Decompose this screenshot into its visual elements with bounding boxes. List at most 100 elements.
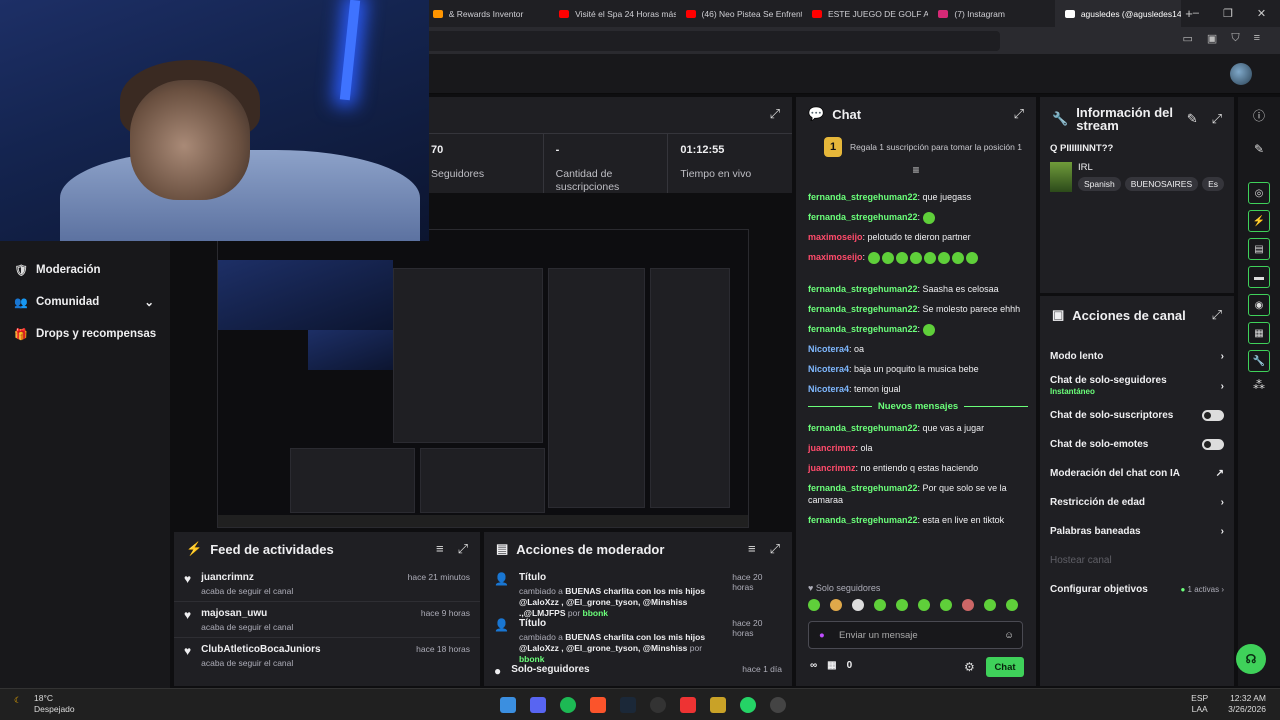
edit-icon[interactable]: ✎ bbox=[1187, 111, 1198, 127]
emote-icon[interactable] bbox=[962, 599, 974, 611]
tag[interactable]: Es bbox=[1202, 177, 1224, 191]
info-icon[interactable]: ⓘ bbox=[1238, 97, 1280, 124]
popout-icon[interactable]: ⤢ bbox=[1212, 307, 1222, 323]
chat-username[interactable]: fernanda_stregehuman22 bbox=[808, 324, 918, 334]
shield-icon[interactable]: ⛉ bbox=[1231, 32, 1239, 45]
filter-icon[interactable]: ≡ bbox=[748, 541, 756, 557]
chat-username[interactable]: fernanda_stregehuman22 bbox=[808, 515, 918, 525]
emote-icon[interactable] bbox=[918, 599, 930, 611]
category-name[interactable]: IRL bbox=[1078, 162, 1224, 173]
chat-bubble-icon[interactable]: ▬ bbox=[1248, 266, 1270, 288]
wallet-icon[interactable]: ▣ bbox=[1207, 32, 1217, 45]
camera-icon[interactable]: ◎ bbox=[1248, 182, 1270, 204]
sidebar-item-drops[interactable]: 🎁 Drops y recompensas bbox=[0, 318, 170, 350]
chat-input[interactable]: ● Enviar un mensaje ☺ bbox=[808, 621, 1023, 649]
minimize-button[interactable]: – bbox=[1193, 7, 1199, 20]
emotes-only-toggle[interactable] bbox=[1202, 439, 1224, 450]
wrench-icon[interactable]: 🔧 bbox=[1248, 350, 1270, 372]
action-slow-mode[interactable]: Modo lento › bbox=[1040, 342, 1234, 371]
emote-icon[interactable] bbox=[940, 599, 952, 611]
action-banned-words[interactable]: Palabras baneadas › bbox=[1040, 517, 1234, 546]
store-icon[interactable]: ▦ bbox=[827, 660, 836, 671]
tag[interactable]: BUENOSAIRES bbox=[1124, 177, 1199, 191]
chat-username[interactable]: fernanda_stregehuman22 bbox=[808, 304, 918, 314]
action-ai-moderation[interactable]: Moderación del chat con IA ↗ bbox=[1040, 459, 1234, 488]
tag[interactable]: Spanish bbox=[1078, 177, 1121, 191]
new-tab-button[interactable]: + bbox=[1181, 6, 1193, 21]
lightning-icon[interactable]: ⚡ bbox=[1248, 210, 1270, 232]
popout-icon[interactable]: ⤢ bbox=[1212, 111, 1222, 127]
browser-tab[interactable]: Visité el Spa 24 Horas más bbox=[549, 0, 676, 27]
github-icon[interactable] bbox=[770, 696, 786, 713]
feed-name[interactable]: juancrimnz bbox=[201, 572, 293, 583]
browser-tab[interactable]: ESTE JUEGO DE GOLF ARI bbox=[802, 0, 928, 27]
spotify-icon[interactable] bbox=[560, 696, 576, 713]
chat-username[interactable]: maximoseijo bbox=[808, 232, 863, 242]
menu-icon[interactable]: ≡ bbox=[1254, 32, 1260, 45]
action-goals[interactable]: Configurar objetivos ● 1 activas › bbox=[1040, 575, 1234, 604]
stream-preview[interactable] bbox=[217, 229, 749, 528]
sidebar-item-moderation[interactable]: 🛡 Moderación bbox=[0, 254, 170, 286]
browser-tab-active[interactable]: agusledes (@agusledes14 bbox=[1054, 0, 1182, 27]
browser-tab[interactable]: (7) Instagram bbox=[928, 0, 1054, 27]
url-input[interactable] bbox=[420, 31, 1000, 51]
maximize-button[interactable]: ❐ bbox=[1223, 7, 1233, 20]
chat-username[interactable]: fernanda_stregehuman22 bbox=[808, 423, 918, 433]
pinned-message[interactable]: 1 Regala 1 suscripción para tomar la posi… bbox=[796, 131, 1036, 157]
feed-name[interactable]: ClubAtleticoBocaJuniors bbox=[201, 644, 320, 655]
language-indicator[interactable]: ESP LAA bbox=[1191, 693, 1208, 715]
popout-icon[interactable]: ⤢ bbox=[770, 106, 780, 122]
chat-username[interactable]: fernanda_stregehuman22 bbox=[808, 212, 918, 222]
chat-send-button[interactable]: Chat bbox=[986, 657, 1024, 677]
user-avatar[interactable] bbox=[1230, 63, 1252, 85]
sidebar-icon[interactable]: ▭ bbox=[1183, 32, 1193, 45]
chat-username[interactable]: juancrimnz bbox=[808, 463, 856, 473]
subs-only-toggle[interactable] bbox=[1202, 410, 1224, 421]
weather-widget[interactable]: ☾ 18°C Despejado bbox=[14, 693, 75, 715]
sidebar-item-community[interactable]: 👥 Comunidad ⌄ bbox=[0, 286, 170, 318]
emote-icon[interactable] bbox=[830, 599, 842, 611]
close-button[interactable]: ✕ bbox=[1257, 7, 1266, 20]
emoji-icon[interactable]: ☺ bbox=[1004, 630, 1014, 641]
nodes-icon[interactable]: ⁂ bbox=[1238, 378, 1280, 392]
action-subs-only[interactable]: Chat de solo-suscriptores bbox=[1040, 401, 1234, 430]
chat-username[interactable]: Nicotera4 bbox=[808, 384, 849, 394]
emote-icon[interactable] bbox=[984, 599, 996, 611]
chat-username[interactable]: juancrimnz bbox=[808, 443, 856, 453]
feed-name[interactable]: majosan_uwu bbox=[201, 608, 293, 619]
browser-tab[interactable]: & Rewards Inventor bbox=[423, 0, 549, 27]
emote-icon[interactable] bbox=[874, 599, 886, 611]
steam-icon[interactable] bbox=[620, 696, 636, 713]
app-icon[interactable] bbox=[680, 696, 696, 713]
emote-icon[interactable] bbox=[852, 599, 864, 611]
emote-icon[interactable] bbox=[1006, 599, 1018, 611]
category-thumbnail[interactable] bbox=[1050, 162, 1072, 192]
chat-username[interactable]: Nicotera4 bbox=[808, 344, 849, 354]
mod-by-user[interactable]: bbonk bbox=[583, 608, 609, 618]
chat-username[interactable]: maximoseijo bbox=[808, 252, 863, 262]
app-icon[interactable] bbox=[710, 696, 726, 713]
chat-username[interactable]: Nicotera4 bbox=[808, 364, 849, 374]
whatsapp-icon[interactable] bbox=[740, 696, 756, 713]
brave-icon[interactable] bbox=[590, 696, 606, 713]
action-emotes-only[interactable]: Chat de solo-emotes bbox=[1040, 430, 1234, 459]
discord-icon[interactable] bbox=[530, 696, 546, 713]
browser-tab[interactable]: (46) Neo Pistea Se Enfrent bbox=[676, 0, 802, 27]
start-icon[interactable] bbox=[500, 696, 516, 713]
obs-icon[interactable] bbox=[650, 696, 666, 713]
emote-icon[interactable] bbox=[808, 599, 820, 611]
pencil-icon[interactable]: ✎ bbox=[1238, 124, 1280, 156]
broadcast-icon[interactable]: ◉ bbox=[1248, 294, 1270, 316]
chat-username[interactable]: fernanda_stregehuman22 bbox=[808, 483, 918, 493]
loop-icon[interactable]: ∞ bbox=[810, 660, 817, 671]
layout-icon[interactable]: ▦ bbox=[1248, 322, 1270, 344]
headset-icon[interactable]: ☊ bbox=[1236, 644, 1266, 674]
mod-by-user[interactable]: bbonk bbox=[519, 654, 545, 664]
chat-username[interactable]: fernanda_stregehuman22 bbox=[808, 192, 918, 202]
emote-icon[interactable] bbox=[896, 599, 908, 611]
action-followers-only[interactable]: Chat de solo-seguidores Instantáneo › bbox=[1040, 371, 1234, 401]
clock[interactable]: 12:32 AM 3/26/2026 bbox=[1228, 693, 1266, 715]
action-age-restriction[interactable]: Restricción de edad › bbox=[1040, 488, 1234, 517]
collapse-icon[interactable]: ≡ bbox=[796, 163, 1036, 177]
filter-icon[interactable]: ≡ bbox=[436, 541, 444, 557]
